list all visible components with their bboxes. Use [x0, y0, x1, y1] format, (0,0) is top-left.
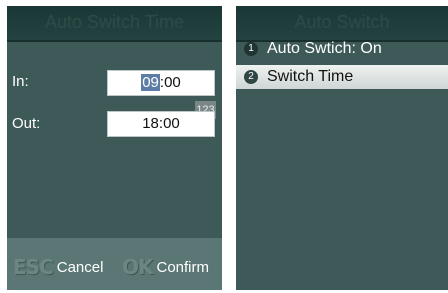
cancel-label: Cancel — [56, 258, 104, 276]
menu-item-auto-switch[interactable]: 1 Auto Swtich: On — [236, 37, 448, 61]
number-badge-icon: 2 — [244, 70, 258, 84]
screen-title: Auto Switch Time — [44, 12, 185, 32]
number-badge-icon: 1 — [244, 42, 258, 56]
menu-item-label: Switch Time — [267, 68, 354, 85]
in-time-field[interactable]: 09:00 — [107, 70, 215, 96]
out-time-field[interactable]: 18:00 — [107, 111, 215, 137]
menu-item-switch-time[interactable]: 2 Switch Time — [236, 65, 448, 89]
softkey-bar: ESC Cancel OK Confirm — [7, 238, 222, 290]
in-hour-selected[interactable]: 09 — [141, 74, 160, 91]
ok-key-icon: OK — [122, 255, 153, 279]
screen-title: Auto Switch — [294, 12, 390, 32]
title-bar: Auto Switch Time — [7, 6, 222, 42]
menu-item-label: Auto Swtich: On — [267, 40, 382, 57]
auto-switch-time-screen: Auto Switch Time In: 09:00 123 Out: 18:0… — [7, 6, 222, 290]
cancel-softkey[interactable]: ESC Cancel — [13, 255, 103, 279]
in-minutes: :00 — [159, 74, 181, 91]
out-label: Out: — [12, 115, 41, 132]
confirm-label: Confirm — [156, 258, 210, 276]
in-label: In: — [12, 73, 29, 90]
esc-key-icon: ESC — [13, 255, 54, 279]
confirm-softkey[interactable]: OK Confirm — [122, 255, 209, 279]
auto-switch-menu-screen: Auto Switch 1 Auto Swtich: On 2 Switch T… — [236, 6, 448, 290]
